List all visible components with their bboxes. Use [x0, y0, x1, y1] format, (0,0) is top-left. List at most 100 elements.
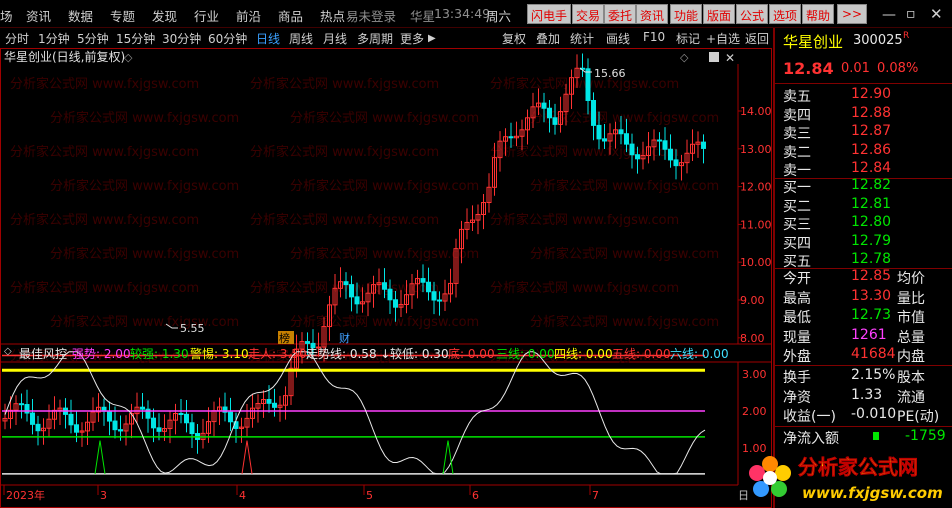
diamond-icon[interactable]: ◇: [124, 51, 133, 64]
quote-row: 最低 12.73 市值: [779, 307, 951, 326]
candle-body: [35, 423, 41, 432]
divider: [775, 83, 952, 84]
pane-max-icon[interactable]: [709, 52, 719, 62]
help-button[interactable]: 帮助: [802, 4, 835, 24]
chart-area[interactable]: 分析家公式网 www.fxjgsw.com 分析家公式网 www.fxjgsw.c…: [0, 48, 772, 508]
candle-body: [552, 117, 558, 125]
draw-line-button[interactable]: 画线: [606, 30, 630, 47]
watermark-text: 分析家公式网 www.fxjgsw.com: [50, 110, 239, 126]
period-tab-monthly[interactable]: 月线: [323, 30, 347, 47]
period-tab-daily[interactable]: 日线: [256, 30, 280, 47]
formula-button[interactable]: 公式: [736, 4, 769, 24]
pane-close-icon[interactable]: ✕: [725, 51, 735, 65]
candle-body: [596, 124, 602, 140]
mark-button[interactable]: 标记: [676, 30, 700, 47]
chart-title: 华星创业(日线,前复权): [4, 49, 125, 64]
candle-body: [508, 136, 514, 139]
menu-item-discover[interactable]: 发现: [152, 6, 177, 25]
more-button[interactable]: >>: [837, 4, 867, 24]
period-tab-30min[interactable]: 30分钟: [162, 30, 201, 47]
divider: [775, 426, 952, 427]
menu-item-commodity[interactable]: 商品: [278, 6, 303, 25]
period-tab-5min[interactable]: 5分钟: [77, 30, 109, 47]
signal-spike: [442, 440, 454, 474]
time-label: 5: [366, 489, 373, 502]
quote-label: 卖五: [783, 89, 811, 105]
add-watchlist-button[interactable]: +自选: [706, 30, 740, 47]
candle-body: [24, 404, 30, 414]
overlay-button[interactable]: 叠加: [536, 30, 560, 47]
quote-row: 最高 13.30 量比: [779, 288, 951, 307]
order-button[interactable]: 委托: [604, 4, 637, 24]
quote-label: 买一: [783, 180, 811, 196]
menu-item-topic[interactable]: 专题: [110, 6, 135, 25]
time-label: 4: [239, 489, 246, 502]
quote-value: 12.73: [851, 307, 892, 323]
quote-value: 12.82: [851, 177, 892, 193]
menu-item-hot[interactable]: 热点: [320, 6, 345, 25]
menu-item-industry[interactable]: 行业: [194, 6, 219, 25]
restore-right-button[interactable]: 复权: [502, 30, 526, 47]
menu-item[interactable]: 场: [0, 6, 13, 25]
price-tick-label: 8.00: [740, 332, 765, 345]
watermark-text: 分析家公式网 www.fxjgsw.com: [290, 110, 479, 126]
maximize-icon[interactable]: ▫: [906, 6, 916, 22]
stock-tag: R: [903, 31, 910, 41]
flower-icon: [749, 456, 791, 497]
candle-body: [629, 143, 635, 156]
watermark-text: 分析家公式网 www.fxjgsw.com: [10, 280, 199, 296]
quote-label2: PE(动): [897, 409, 940, 425]
kline-chart[interactable]: 分析家公式网 www.fxjgsw.com 分析家公式网 www.fxjgsw.c…: [0, 48, 772, 508]
minimize-icon[interactable]: —: [882, 7, 896, 23]
signal-spike: [241, 440, 253, 474]
period-tab-weekly[interactable]: 周线: [289, 30, 313, 47]
indicator-axis: 3.002.001.00: [742, 368, 767, 455]
candle-body: [74, 424, 79, 433]
indicator-name[interactable]: 最佳风控: [19, 345, 67, 362]
indicator-value: 五线: 0.00: [612, 347, 671, 361]
f10-button[interactable]: F10: [643, 30, 665, 44]
indicator-value: 四线: 0.00: [554, 347, 613, 361]
candle-body: [118, 429, 123, 432]
period-tab-more[interactable]: 更多: [400, 30, 424, 47]
watermark: 分析家公式网 www.fxjgsw.com 分析家公式网 www.fxjgsw.c…: [10, 76, 719, 364]
candle-body: [673, 159, 679, 167]
divider: [775, 365, 952, 366]
diamond-icon[interactable]: ◇: [680, 51, 689, 64]
period-tab-multi[interactable]: 多周期: [357, 30, 393, 47]
watermark-text: 分析家公式网 www.fxjgsw.com: [530, 246, 719, 262]
period-tab-60min[interactable]: 60分钟: [208, 30, 247, 47]
flash-trade-button[interactable]: 闪电手: [527, 4, 572, 24]
menu-item-data[interactable]: 数据: [68, 6, 93, 25]
candle-body: [618, 129, 624, 135]
candle-body: [354, 296, 360, 305]
indicator-value: 六线: 0.00: [670, 347, 729, 361]
back-button[interactable]: 返回: [745, 30, 769, 47]
flow-bar: [873, 432, 879, 440]
watermark-text: 分析家公式网 www.fxjgsw.com: [250, 144, 439, 160]
flow-label: 净流入额: [783, 431, 839, 447]
chevron-right-icon[interactable]: ▶: [428, 33, 436, 44]
diamond-icon[interactable]: ◇: [4, 346, 12, 357]
period-tab-15min[interactable]: 15分钟: [116, 30, 155, 47]
quote-value: 12.90: [851, 86, 892, 102]
trade-button[interactable]: 交易: [572, 4, 605, 24]
menu-item-news[interactable]: 资讯: [26, 6, 51, 25]
function-button[interactable]: 功能: [670, 4, 703, 24]
period-tab-intraday[interactable]: 分时: [5, 30, 29, 47]
quote-label: 买四: [783, 235, 811, 252]
candle-body: [343, 281, 349, 286]
quote-label: 净资: [783, 389, 811, 406]
layout-button[interactable]: 版面: [703, 4, 736, 24]
candle-body: [701, 141, 706, 149]
time-label: 6: [472, 489, 479, 502]
menu-item-frontier[interactable]: 前沿: [236, 6, 261, 25]
info-button[interactable]: 资讯: [636, 4, 669, 24]
period-tab-1min[interactable]: 1分钟: [38, 30, 70, 47]
close-icon[interactable]: ✕: [930, 5, 943, 23]
statistics-button[interactable]: 统计: [570, 30, 594, 47]
watermark-text: 分析家公式网 www.fxjgsw.com: [490, 212, 679, 228]
login-status[interactable]: 易未登录: [346, 6, 396, 25]
options-button[interactable]: 选项: [769, 4, 802, 24]
indicator-value: 较强: 1.30: [130, 347, 189, 361]
